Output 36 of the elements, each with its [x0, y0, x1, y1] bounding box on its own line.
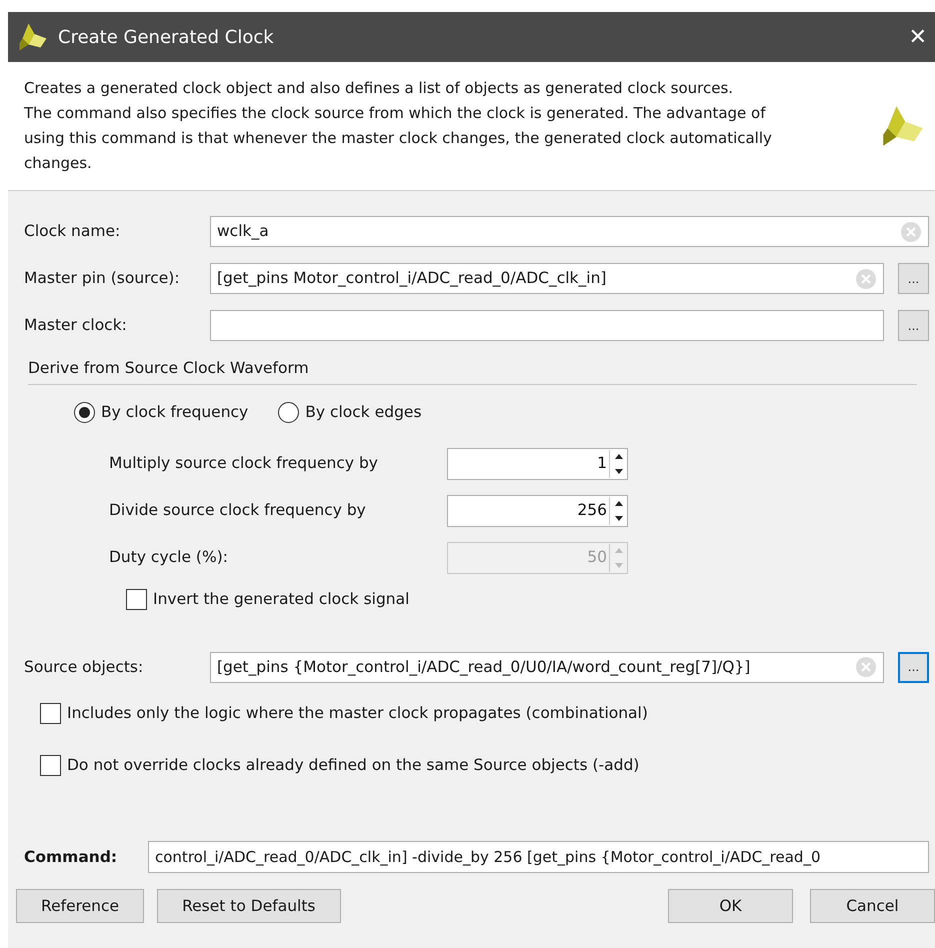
dialog-button[interactable]: Cancel — [810, 889, 935, 924]
browse-button[interactable]: ... — [898, 263, 929, 294]
text-field[interactable]: wclk_a — [210, 216, 929, 247]
command-label: Command: — [24, 846, 118, 868]
app-logo-icon — [18, 22, 48, 52]
dialog-button[interactable]: Reset to Defaults — [157, 889, 340, 924]
command-field[interactable]: control_i/ADC_read_0/ADC_clk_in] -divide_by 256 [get_pins {Motor_control_i/ADC_read_0 — [148, 841, 929, 874]
checkbox[interactable] — [40, 755, 61, 776]
browse-button[interactable]: ... — [898, 310, 929, 341]
dialog-button[interactable]: OK — [668, 889, 793, 924]
spinner-label: Duty cycle (%): — [109, 546, 229, 568]
checkbox-label: Includes only the logic where the master clock propagates (combinational) — [67, 702, 648, 724]
checkbox-label: Invert the generated clock signal — [153, 588, 410, 610]
number-spinner[interactable]: 256 — [447, 494, 628, 526]
checkbox[interactable] — [40, 702, 61, 724]
checkbox-label: Do not override clocks already defined on the same Source objects (-add) — [67, 755, 640, 776]
field-label: Clock name: — [24, 220, 122, 242]
field-label: Master clock: — [24, 314, 128, 336]
spinner-label: Divide source clock frequency by — [109, 500, 367, 521]
checkbox[interactable] — [126, 588, 147, 610]
dialog-button[interactable]: Reference — [16, 889, 144, 924]
field-label: Master pin (source): — [24, 268, 181, 289]
brand-logo-icon — [881, 104, 925, 148]
radio-option[interactable]: By clock edges — [278, 401, 422, 424]
section-title: Derive from Source Clock Waveform — [28, 359, 309, 377]
text-field[interactable]: [get_pins Motor_control_i/ADC_read_0/ADC_clk_in] — [210, 263, 884, 294]
browse-button[interactable]: ... — [898, 652, 929, 683]
number-spinner[interactable]: 1 — [447, 448, 628, 480]
spinner-label: Multiply source clock frequency by — [109, 452, 379, 474]
close-button[interactable]: ✕ — [904, 20, 931, 54]
description-text: Creates a generated clock object and also defines a list of objects as generated clock sources. The command also specifies the clock source from which the clock is generated. The advantage of using this command is that whenever the master clock changes, the generated clock automatically changes. — [24, 78, 772, 174]
field-label: Source objects: — [24, 656, 144, 678]
radio-option[interactable]: By clock frequency — [74, 401, 248, 424]
window-title: Create Generated Clock — [58, 26, 274, 50]
text-field[interactable]: [get_pins {Motor_control_i/ADC_read_0/U0/IA/word_count_reg[7]/Q}] — [210, 652, 884, 683]
text-field[interactable] — [210, 310, 884, 341]
